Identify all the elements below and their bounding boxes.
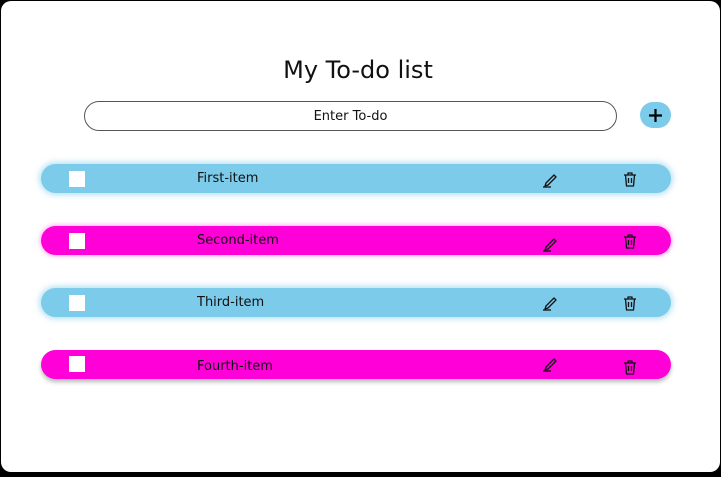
- pencil-icon: [543, 174, 557, 188]
- todo-checkbox[interactable]: [69, 171, 85, 187]
- pencil-icon: [543, 358, 557, 372]
- page-title: My To-do list: [283, 56, 433, 84]
- pencil-icon: [543, 238, 557, 252]
- delete-button[interactable]: [621, 170, 639, 188]
- delete-button[interactable]: [621, 232, 639, 250]
- add-todo-button[interactable]: [640, 102, 671, 128]
- pencil-icon: [543, 297, 557, 311]
- trash-icon: [624, 172, 636, 187]
- todo-label: Third-item: [197, 295, 265, 310]
- edit-button[interactable]: [541, 234, 559, 252]
- todo-item: Third-item: [41, 288, 671, 317]
- plus-icon: [649, 109, 662, 122]
- todo-label: First-item: [197, 171, 259, 186]
- todo-item: Second-item: [41, 226, 671, 255]
- trash-icon: [624, 360, 636, 375]
- todo-label: Fourth-item: [197, 359, 273, 374]
- trash-icon: [624, 234, 636, 249]
- edit-button[interactable]: [541, 354, 559, 372]
- delete-button[interactable]: [621, 358, 639, 376]
- todo-checkbox[interactable]: [69, 356, 85, 372]
- edit-button[interactable]: [541, 170, 559, 188]
- delete-button[interactable]: [621, 294, 639, 312]
- app-window: My To-do list First-item Second-item: [1, 1, 720, 472]
- todo-checkbox[interactable]: [69, 295, 85, 311]
- todo-item: First-item: [41, 164, 671, 193]
- todo-label: Second-item: [197, 233, 279, 248]
- trash-icon: [624, 296, 636, 311]
- todo-checkbox[interactable]: [69, 233, 85, 249]
- todo-input[interactable]: [84, 101, 617, 131]
- edit-button[interactable]: [541, 293, 559, 311]
- todo-item: Fourth-item: [41, 350, 671, 379]
